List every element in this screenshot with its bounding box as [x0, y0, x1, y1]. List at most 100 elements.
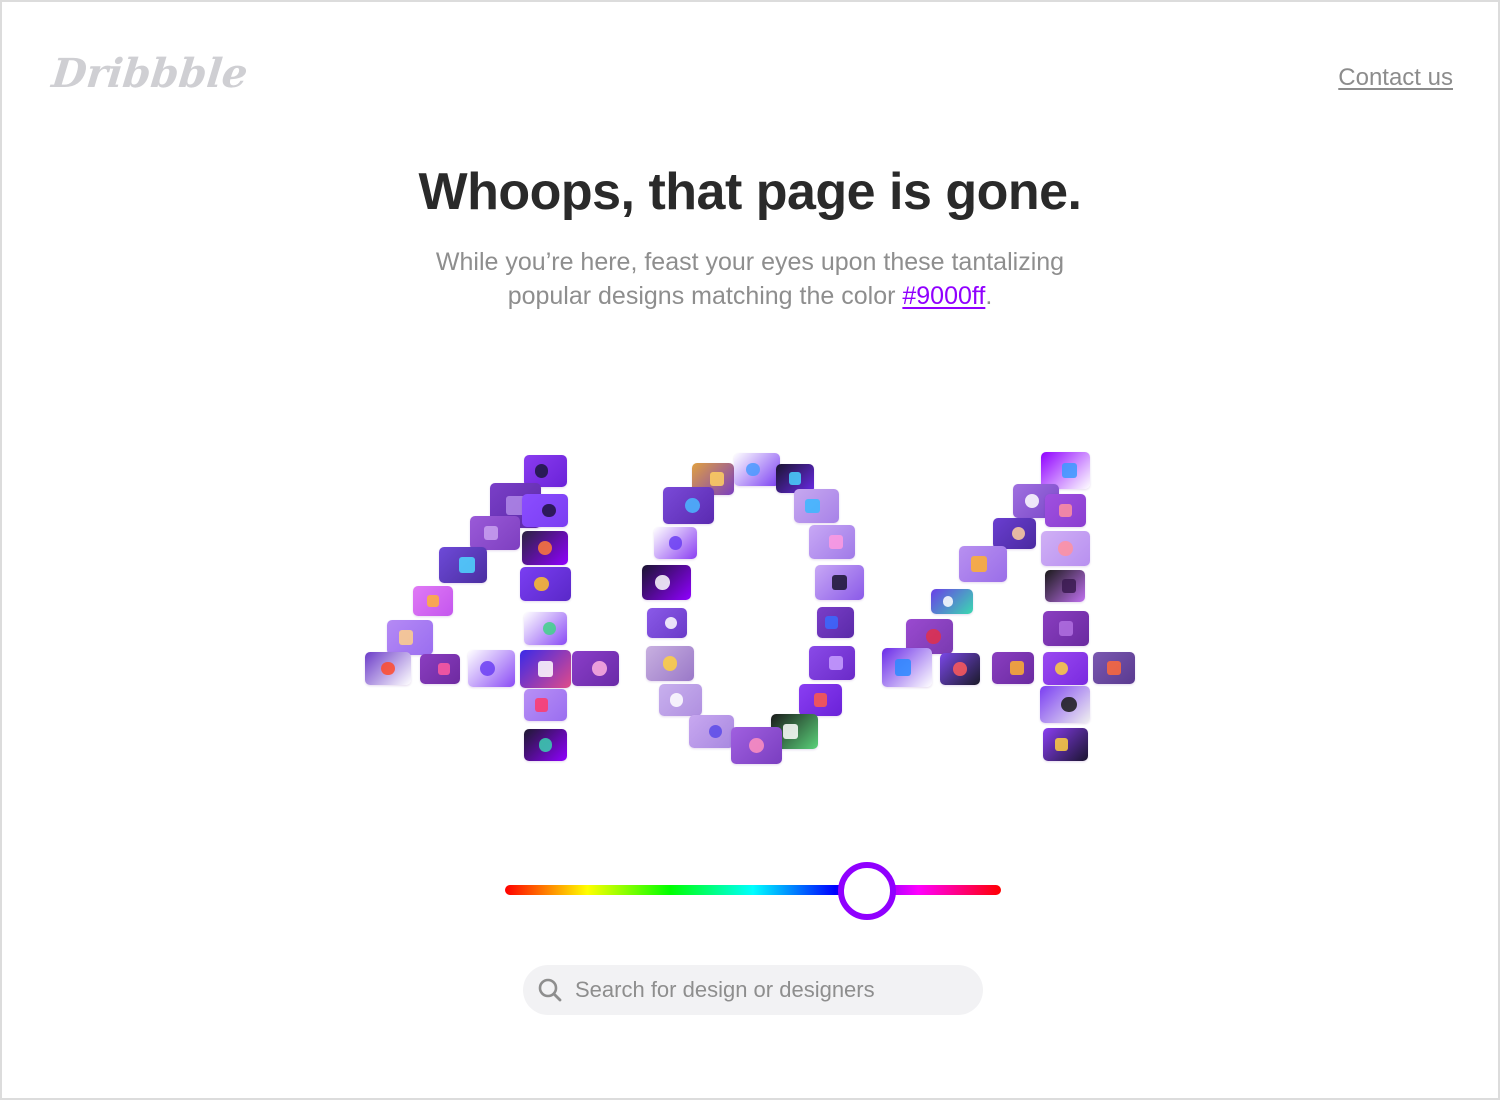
search-input[interactable] [575, 977, 955, 1003]
shot-thumbnail-art [1010, 661, 1024, 675]
shot-thumbnail-art [669, 693, 684, 707]
shot-thumbnail-art [942, 596, 954, 607]
shot-thumbnail-art [746, 462, 760, 477]
shot-thumbnail-4a[interactable] [468, 650, 515, 687]
shot-thumbnail-4a[interactable] [520, 567, 571, 601]
shot-thumbnail-art [537, 540, 553, 556]
shot-thumbnail-4b[interactable] [1043, 728, 1088, 761]
color-hue-slider-track[interactable] [505, 885, 1001, 895]
shot-thumbnail-art [1061, 462, 1078, 479]
shot-thumbnail-art [1061, 696, 1077, 713]
shot-thumbnail-0[interactable] [815, 565, 864, 600]
shot-thumbnail-4a[interactable] [524, 612, 567, 645]
shot-thumbnail-4b[interactable] [940, 653, 980, 685]
shot-thumbnail-art [537, 661, 554, 677]
shot-thumbnail-0[interactable] [794, 489, 839, 523]
shot-thumbnail-art [828, 534, 844, 550]
color-hue-slider-handle[interactable] [838, 862, 897, 920]
shot-thumbnail-4b[interactable] [1093, 652, 1135, 684]
shot-thumbnail-art [479, 660, 496, 677]
shot-thumbnail-4a[interactable] [413, 586, 453, 616]
shot-thumbnail-art [426, 594, 440, 608]
shot-thumbnail-art [459, 557, 475, 573]
shot-thumbnail-4b[interactable] [1040, 686, 1090, 723]
shot-thumbnail-art [971, 556, 987, 572]
contact-us-link[interactable]: Contact us [1338, 64, 1453, 92]
shot-thumbnail-0[interactable] [689, 715, 734, 748]
shot-thumbnail-art [542, 621, 557, 636]
shot-thumbnail-art [748, 737, 765, 754]
shot-thumbnail-art [1054, 661, 1069, 676]
shot-thumbnail-0[interactable] [646, 646, 694, 681]
shot-thumbnail-art [483, 525, 499, 541]
shot-thumbnail-art [805, 498, 820, 514]
shot-thumbnail-4b[interactable] [1043, 652, 1088, 685]
shot-thumbnail-4b[interactable] [1045, 494, 1086, 527]
shot-thumbnail-art [824, 615, 838, 629]
shot-thumbnail-art [1054, 737, 1069, 752]
search-bar[interactable] [523, 965, 983, 1015]
shot-thumbnail-4b[interactable] [959, 546, 1007, 582]
shot-thumbnail-4a[interactable] [572, 651, 619, 686]
shot-thumbnail-art [592, 661, 607, 676]
shot-thumbnail-0[interactable] [809, 525, 855, 559]
shot-thumbnail-art [813, 693, 828, 707]
shot-thumbnail-0[interactable] [809, 646, 855, 680]
shot-thumbnail-art [828, 655, 844, 671]
shot-thumbnail-art [542, 503, 556, 518]
shot-thumbnail-0[interactable] [642, 565, 691, 600]
shot-thumbnail-art [1011, 526, 1025, 540]
shot-thumbnail-4a[interactable] [365, 652, 411, 685]
shot-thumbnail-0[interactable] [663, 487, 714, 524]
shot-thumbnail-4a[interactable] [387, 620, 433, 655]
page-subtitle: While you’re here, feast your eyes upon … [0, 245, 1500, 313]
shot-thumbnail-0[interactable] [654, 527, 697, 559]
shot-thumbnail-art [953, 662, 967, 676]
shot-thumbnail-art [684, 497, 701, 514]
shot-thumbnail-0[interactable] [647, 608, 687, 638]
shot-thumbnail-0[interactable] [659, 684, 702, 716]
shot-thumbnail-4b[interactable] [992, 652, 1034, 684]
shot-thumbnail-0[interactable] [817, 607, 854, 638]
shot-thumbnail-art [668, 536, 683, 550]
subtitle-period: . [985, 282, 993, 310]
shot-thumbnail-art [534, 576, 549, 592]
shot-thumbnail-art [655, 575, 670, 590]
shot-thumbnail-4a[interactable] [522, 494, 568, 527]
shot-thumbnail-art [1058, 621, 1074, 636]
shot-thumbnail-art [534, 464, 549, 478]
shot-thumbnail-art [783, 724, 798, 739]
shot-thumbnail-art [398, 630, 414, 645]
shot-thumbnail-4a[interactable] [470, 516, 520, 550]
shot-thumbnail-4b[interactable] [993, 518, 1036, 549]
shot-thumbnail-4b[interactable] [1043, 611, 1089, 646]
shot-thumbnail-4a[interactable] [522, 531, 568, 565]
shot-thumbnail-art [1107, 661, 1121, 675]
shot-thumbnail-4a[interactable] [524, 689, 567, 721]
shot-thumbnail-4b[interactable] [1045, 570, 1085, 602]
shot-thumbnail-art [437, 662, 451, 676]
shot-thumbnail-art [708, 724, 723, 739]
color-link[interactable]: #9000ff [902, 282, 985, 310]
shot-thumbnail-0[interactable] [731, 727, 782, 764]
search-icon [537, 977, 563, 1003]
shot-thumbnail-0[interactable] [734, 453, 780, 486]
subtitle-line-1: While you’re here, feast your eyes upon … [435, 248, 1065, 276]
shot-thumbnail-art [788, 472, 802, 485]
shot-thumbnail-art [710, 472, 724, 486]
shot-thumbnail-art [894, 659, 912, 676]
shot-thumbnail-0[interactable] [799, 684, 842, 716]
shot-thumbnail-4a[interactable] [520, 650, 571, 688]
dribbble-logo[interactable]: Dribbble [50, 50, 250, 97]
shot-thumbnail-art [664, 616, 678, 630]
shot-thumbnail-4b[interactable] [1041, 531, 1090, 566]
shot-thumbnail-4a[interactable] [439, 547, 487, 583]
shot-thumbnail-art [662, 656, 678, 671]
shot-thumbnail-4b[interactable] [931, 589, 973, 614]
shot-thumbnail-4b[interactable] [882, 648, 932, 687]
shot-thumbnail-4a[interactable] [524, 729, 567, 761]
shot-thumbnail-4a[interactable] [420, 654, 460, 684]
page-title: Whoops, that page is gone. [418, 163, 1083, 221]
shot-thumbnail-art [1058, 541, 1073, 556]
shot-thumbnail-art [534, 698, 549, 712]
